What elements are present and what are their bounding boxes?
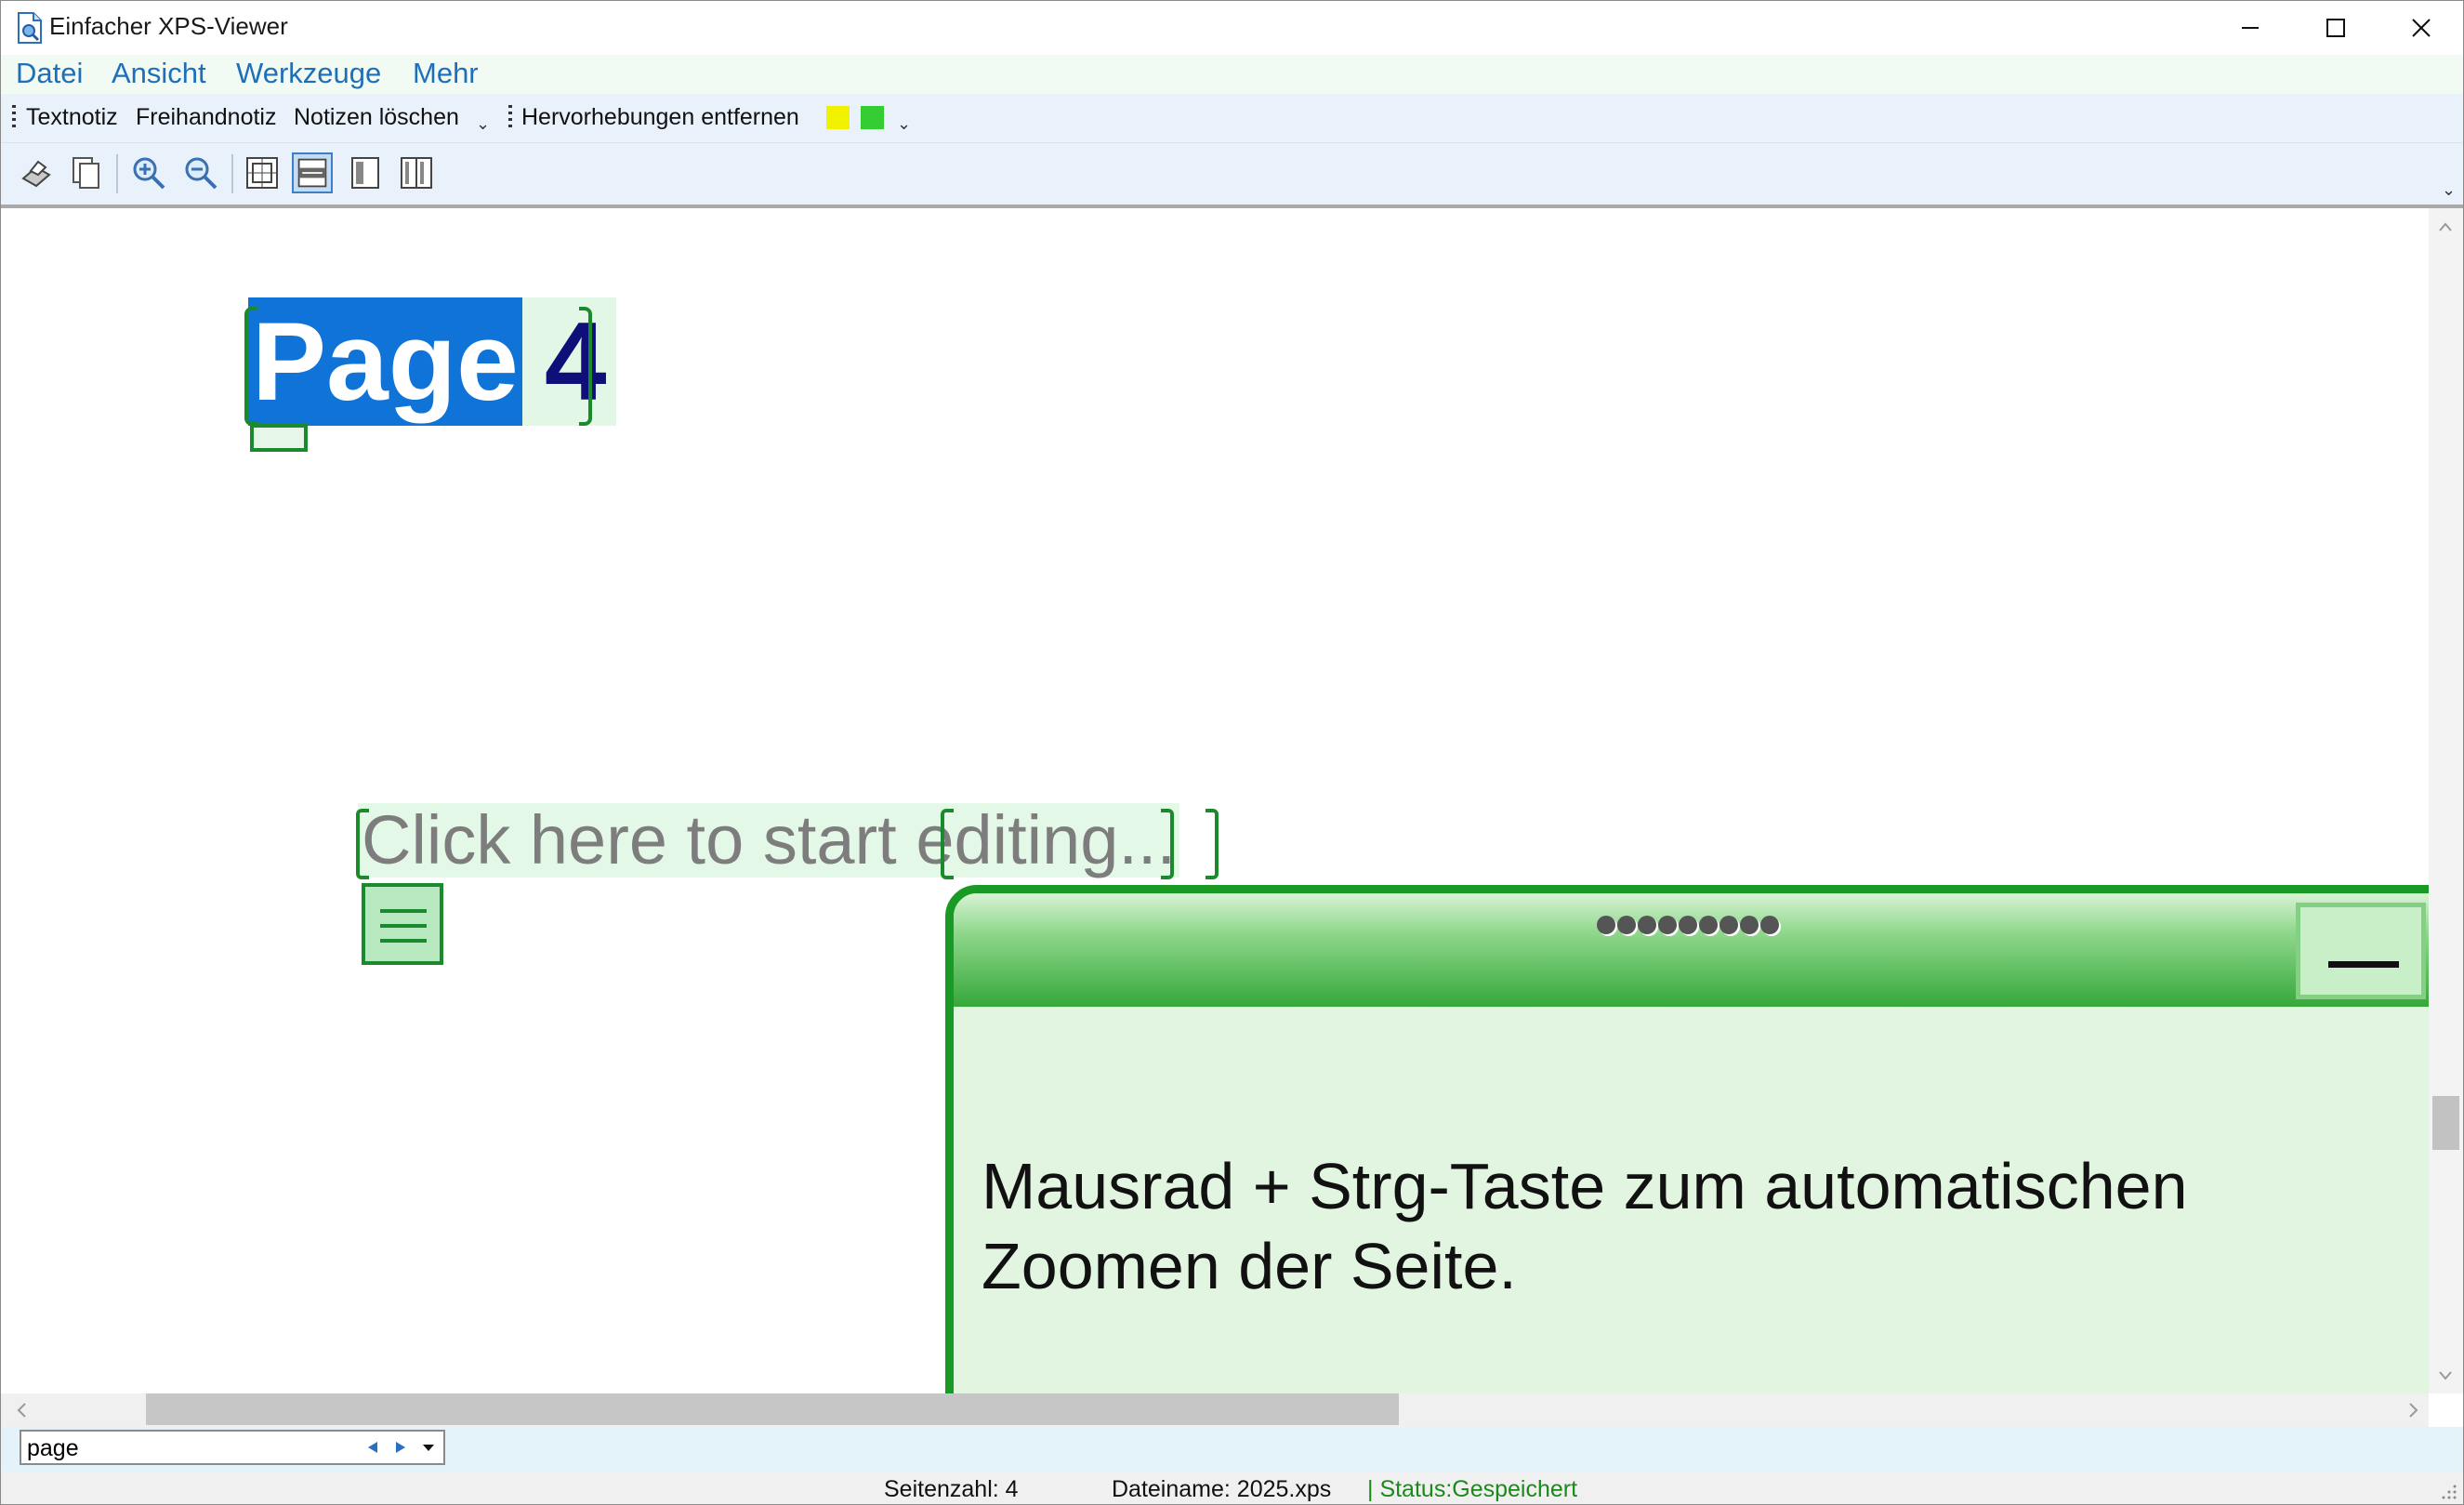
search-options-icon[interactable] [419, 1436, 438, 1459]
green-highlight-swatch[interactable] [861, 106, 884, 129]
title-bar[interactable]: Einfacher XPS-Viewer [1, 1, 2463, 55]
scroll-left-icon[interactable] [7, 1393, 34, 1427]
toolbar-separator [231, 154, 233, 193]
toolbar-separator [116, 154, 118, 193]
note-icon[interactable] [362, 883, 443, 965]
search-input[interactable] [25, 1433, 363, 1463]
zoom-in-button[interactable] [128, 152, 169, 193]
minimize-icon [2328, 961, 2399, 968]
page-count: Seitenzahl: 4 [884, 1476, 1019, 1502]
note-anchor-marker[interactable] [250, 424, 308, 452]
resize-grip-icon[interactable] [2436, 1479, 2458, 1501]
remove-highlights-button[interactable]: Hervorhebungen entfernen [521, 104, 799, 131]
notification-header[interactable] [954, 893, 2429, 1007]
zoom-out-button[interactable] [180, 152, 221, 193]
minimize-icon [2242, 27, 2259, 29]
print-icon [21, 160, 51, 188]
copy-button[interactable] [66, 152, 107, 193]
text-bracket [1206, 809, 1219, 879]
status-bar: Seitenzahl: 4 Dateiname: 2025.xps | Stat… [1, 1472, 2463, 1504]
fit-width-button[interactable] [292, 152, 333, 193]
app-window: Einfacher XPS-Viewer Datei Ansicht Werkz… [0, 0, 2464, 1505]
save-status: | Status:Gespeichert [1367, 1476, 1578, 1502]
window-title: Einfacher XPS-Viewer [49, 12, 288, 40]
yellow-highlight-swatch[interactable] [826, 106, 850, 129]
text-bracket [579, 307, 592, 426]
page-heading[interactable]: Page 4 [248, 297, 616, 426]
single-page-button[interactable] [345, 152, 386, 193]
drag-handle-icon[interactable] [1597, 916, 1779, 934]
scroll-up-icon[interactable] [2429, 212, 2463, 240]
file-name: Dateiname: 2025.xps [1112, 1476, 1332, 1502]
fit-width-icon [297, 158, 327, 188]
vertical-scrollbar[interactable] [2429, 208, 2463, 1393]
scroll-down-icon[interactable] [2429, 1361, 2463, 1389]
menu-mehr[interactable]: Mehr [413, 57, 479, 90]
search-bar [1, 1427, 2463, 1472]
notification-message: Mausrad + Strg-Taste zum automatischen Z… [982, 1150, 2188, 1302]
text-bracket [941, 809, 954, 879]
notification-minimize-button[interactable] [2296, 903, 2426, 999]
maximize-button[interactable] [2293, 1, 2378, 55]
zoom-in-icon [133, 157, 165, 190]
menu-werkzeuge[interactable]: Werkzeuge [236, 57, 381, 90]
notification-popup: Mausrad + Strg-Taste zum automatischen Z… [945, 885, 2429, 1393]
text-bracket [244, 307, 257, 426]
zoom-out-icon [185, 157, 217, 190]
search-box [20, 1430, 445, 1465]
vertical-scroll-thumb[interactable] [2432, 1096, 2459, 1150]
toolbar-overflow-icon[interactable]: ⌄ [2442, 180, 2456, 200]
two-page-button[interactable] [396, 152, 437, 193]
editable-text-field[interactable]: Click here to start editing... [358, 801, 1180, 878]
toolbar-overflow-icon[interactable]: ⌄ [476, 114, 490, 134]
menu-ansicht[interactable]: Ansicht [112, 57, 206, 90]
copy-icon [72, 157, 99, 189]
find-previous-icon[interactable] [363, 1436, 382, 1459]
two-page-icon [401, 157, 432, 189]
single-page-icon [351, 157, 379, 189]
toolbar-grip[interactable] [508, 105, 512, 131]
close-button[interactable] [2378, 1, 2463, 55]
text-bracket [356, 809, 369, 879]
maximize-icon [2326, 19, 2345, 37]
selected-text[interactable]: Page [248, 297, 522, 426]
document-viewer[interactable]: Page 4 Click here to start editing... Mau… [1, 208, 2429, 1393]
menu-datei[interactable]: Datei [16, 57, 83, 90]
horizontal-scrollbar[interactable] [1, 1393, 2429, 1427]
xps-viewer-app-icon [18, 12, 42, 44]
toolbar-grip[interactable] [12, 105, 16, 131]
menu-bar: Datei Ansicht Werkzeuge Mehr [1, 55, 2463, 94]
delete-notes-button[interactable]: Notizen löschen [294, 104, 459, 131]
minimize-button[interactable] [2207, 1, 2293, 55]
freehand-note-button[interactable]: Freihandnotiz [136, 104, 276, 131]
fit-page-button[interactable] [242, 152, 283, 193]
scroll-right-icon[interactable] [2401, 1393, 2429, 1427]
horizontal-scroll-thumb[interactable] [146, 1393, 1399, 1425]
fit-page-icon [246, 157, 278, 189]
text-note-button[interactable]: Textnotiz [26, 104, 118, 131]
text-bracket [1161, 809, 1174, 879]
heading-text[interactable]: 4 [521, 297, 616, 426]
print-button[interactable] [16, 152, 57, 193]
annotation-toolbar: Textnotiz Freihandnotiz Notizen löschen … [1, 94, 2463, 143]
toolbar-overflow-icon[interactable]: ⌄ [897, 114, 911, 134]
find-next-icon[interactable] [391, 1436, 410, 1459]
close-icon [2412, 19, 2431, 37]
editable-text-prefix: Click here to start [362, 801, 916, 878]
icon-toolbar: ⌄ [1, 143, 2463, 208]
